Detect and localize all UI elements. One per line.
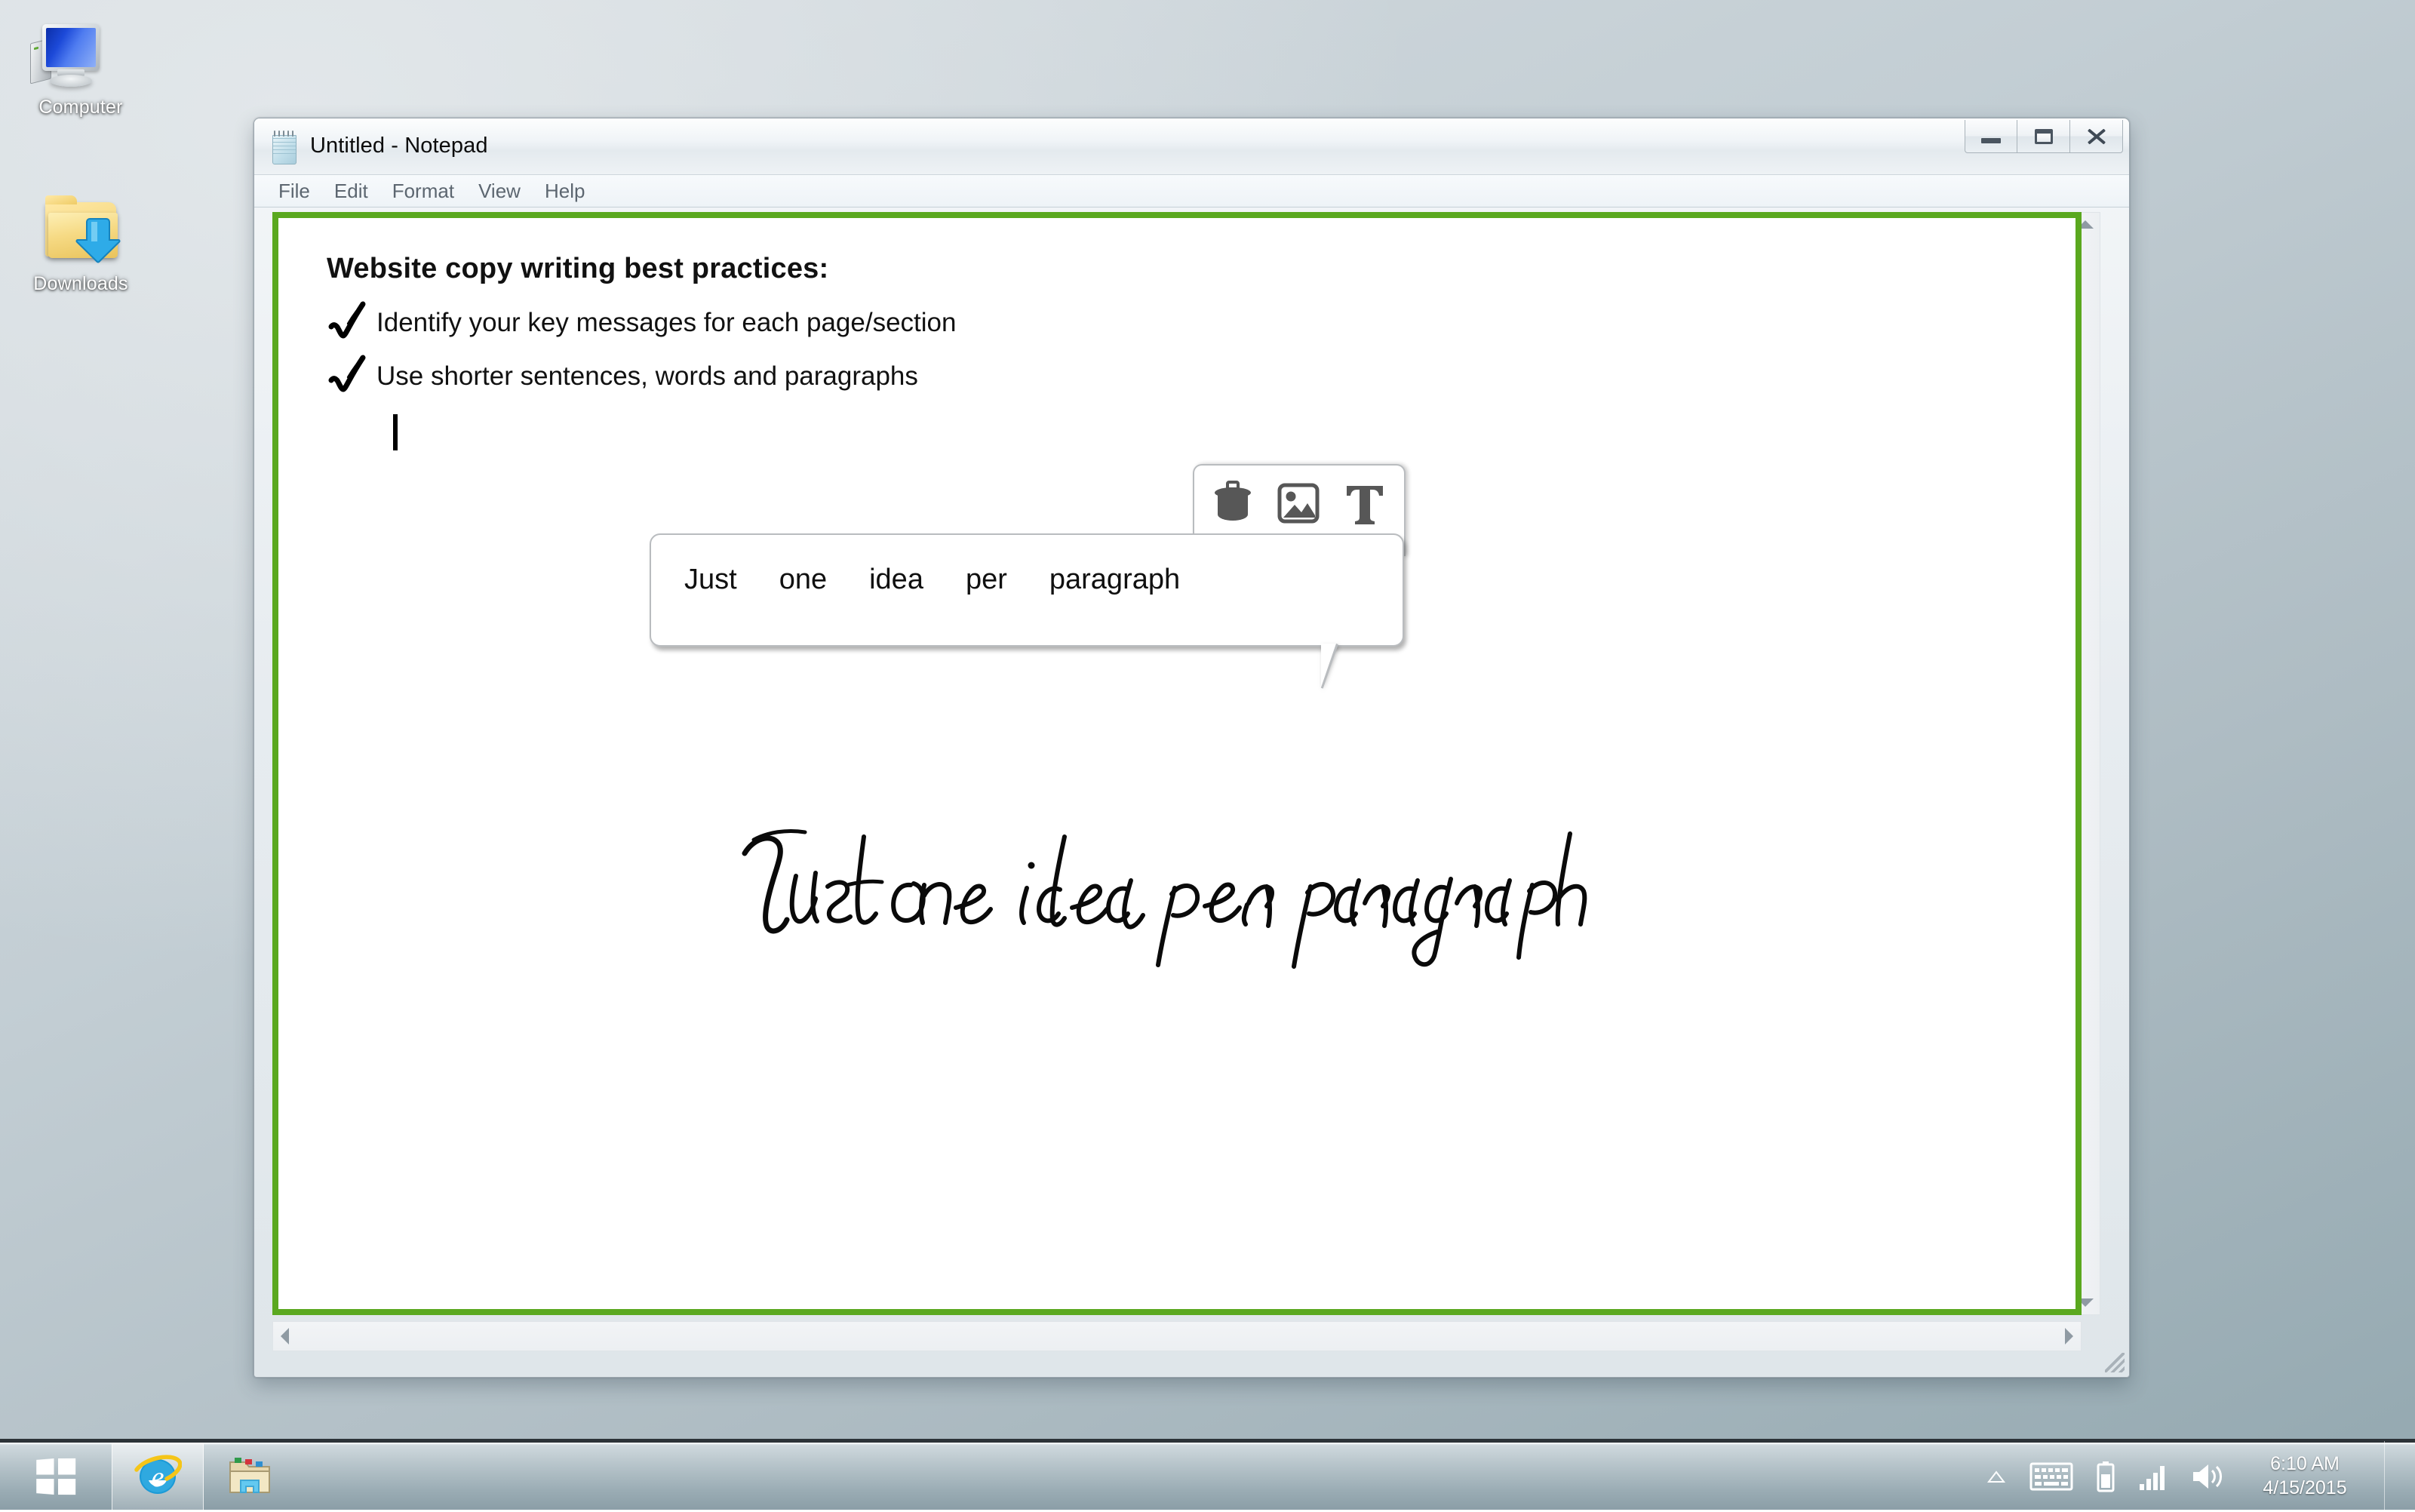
keyboard-icon[interactable]	[2029, 1461, 2073, 1492]
minimize-button[interactable]	[1965, 120, 2017, 153]
menu-item-edit[interactable]: Edit	[322, 177, 380, 205]
desktop-icon-downloads[interactable]: Downloads	[9, 187, 152, 295]
menu-item-format[interactable]: Format	[380, 177, 466, 205]
ink-recognition-callout[interactable]: Just one idea per paragraph	[650, 464, 1406, 689]
taskbar-item-file-explorer[interactable]	[204, 1443, 296, 1510]
window-title: Untitled - Notepad	[310, 134, 488, 158]
image-icon[interactable]	[1276, 480, 1321, 527]
handwriting-ink[interactable]	[731, 807, 1621, 973]
scroll-right-arrow[interactable]	[2065, 1328, 2073, 1345]
minimize-icon	[1981, 138, 2001, 143]
notepad-window[interactable]: Untitled - Notepad File Edit Format View…	[253, 118, 2130, 1378]
list-item: Identify your key messages for each page…	[327, 300, 956, 346]
recognized-word[interactable]: one	[779, 564, 827, 596]
page-title: Website copy writing best practices:	[327, 253, 829, 284]
scroll-left-arrow[interactable]	[281, 1328, 289, 1345]
internet-explorer-icon: e	[134, 1455, 182, 1494]
start-button[interactable]	[0, 1443, 112, 1510]
text-editor-canvas[interactable]: Website copy writing best practices: Ide…	[272, 212, 2082, 1315]
network-signal-icon[interactable]	[2138, 1461, 2168, 1492]
list-item: Use shorter sentences, words and paragra…	[327, 353, 918, 400]
checkmark-icon	[328, 355, 366, 392]
horizontal-scrollbar[interactable]	[272, 1321, 2082, 1351]
volume-icon[interactable]	[2191, 1461, 2226, 1492]
desktop-background[interactable]: Computer Downloads Untitled - Notepad Fi…	[0, 0, 2415, 1512]
close-button[interactable]	[2070, 120, 2123, 153]
file-explorer-icon	[229, 1457, 270, 1493]
recognized-word[interactable]: idea	[869, 564, 923, 596]
windows-logo-icon	[36, 1458, 75, 1494]
desktop-icon-computer[interactable]: Computer	[9, 11, 152, 118]
show-hidden-icons-icon[interactable]	[1986, 1469, 2007, 1484]
ink-suggestion-bar: Just one idea per paragraph	[650, 533, 1404, 647]
taskbar-item-internet-explorer[interactable]: e	[112, 1443, 204, 1510]
taskbar: e 6:10 AM 4/15/2015	[0, 1439, 2415, 1512]
battery-icon[interactable]	[2096, 1461, 2115, 1492]
close-icon	[2086, 127, 2107, 146]
text-icon[interactable]	[1343, 480, 1387, 527]
recognized-word[interactable]: Just	[684, 564, 737, 596]
resize-grip[interactable]	[2105, 1353, 2125, 1372]
menu-item-view[interactable]: View	[466, 177, 533, 205]
show-desktop-button[interactable]	[2384, 1440, 2401, 1512]
desktop-icon-label: Downloads	[33, 273, 128, 294]
clock-date: 4/15/2015	[2263, 1477, 2347, 1498]
maximize-button[interactable]	[2017, 120, 2070, 153]
downloads-folder-icon	[9, 187, 152, 269]
menu-bar: File Edit Format View Help	[254, 174, 2129, 207]
delete-icon[interactable]	[1212, 480, 1254, 527]
desktop-icon-label: Computer	[38, 97, 123, 118]
checkmark-icon	[328, 301, 366, 339]
list-item-label: Use shorter sentences, words and paragra…	[376, 361, 918, 391]
recognized-word[interactable]: paragraph	[1049, 564, 1180, 596]
text-caret	[393, 414, 398, 450]
clock[interactable]: 6:10 AM 4/15/2015	[2248, 1452, 2361, 1500]
title-bar[interactable]: Untitled - Notepad	[254, 118, 2129, 174]
download-arrow-icon	[75, 218, 121, 263]
menu-item-file[interactable]: File	[266, 177, 322, 205]
clock-time: 6:10 AM	[2270, 1453, 2340, 1475]
system-tray: 6:10 AM 4/15/2015	[1986, 1440, 2415, 1512]
menu-item-help[interactable]: Help	[533, 177, 597, 205]
window-controls	[1965, 120, 2123, 155]
svg-text:e: e	[152, 1461, 164, 1493]
maximize-icon	[2034, 128, 2053, 144]
list-item-label: Identify your key messages for each page…	[376, 308, 957, 337]
notepad-icon	[271, 131, 298, 164]
computer-icon	[9, 11, 152, 92]
recognized-word[interactable]: per	[966, 564, 1007, 596]
